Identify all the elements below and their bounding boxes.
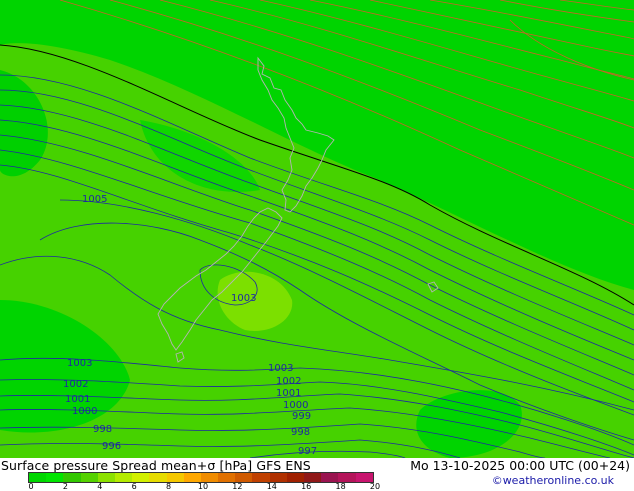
color-swatch	[63, 473, 81, 482]
isobar-label: 1001	[276, 388, 301, 399]
isobar-label: 1003	[231, 293, 256, 304]
map-footer: Surface pressure Spread mean+σ [hPa] GFS…	[0, 458, 634, 491]
isobar-label: 1005	[82, 194, 107, 205]
color-swatch	[304, 473, 322, 482]
color-swatch	[132, 473, 150, 482]
isobar-label: 1000	[72, 406, 97, 417]
color-swatch	[218, 473, 236, 482]
isobar-label: 996	[102, 441, 121, 452]
color-swatch	[149, 473, 167, 482]
color-swatch	[29, 473, 47, 482]
isobar-label: 1002	[63, 379, 88, 390]
color-swatch	[338, 473, 356, 482]
color-swatch	[46, 473, 64, 482]
isobar-label: 999	[292, 411, 311, 422]
color-swatch	[252, 473, 270, 482]
forecast-datetime: Mo 13-10-2025 00:00 UTC (00+24)	[410, 458, 630, 473]
weather-map: 1005 1003 1003 1002 1001 1000 998 996 10…	[0, 0, 634, 458]
color-swatch	[235, 473, 253, 482]
map-title: Surface pressure Spread mean+σ [hPa] GFS…	[1, 458, 311, 473]
isobar-label: 1002	[276, 376, 301, 387]
color-swatch	[114, 473, 133, 482]
color-swatch	[269, 473, 287, 482]
color-swatch	[200, 473, 219, 482]
isobar-label: 1003	[67, 358, 92, 369]
color-swatch	[80, 473, 98, 482]
color-swatch	[166, 473, 184, 482]
isobar-label: 997	[298, 446, 317, 457]
color-swatch	[183, 473, 201, 482]
color-swatch	[355, 473, 373, 482]
isobar-label: 998	[93, 424, 112, 435]
color-swatch	[97, 473, 115, 482]
isobar-label: 1003	[268, 363, 293, 374]
isobar-label: 998	[291, 427, 310, 438]
isobar-label: 1001	[65, 394, 90, 405]
color-swatch	[286, 473, 304, 482]
isobar-label: 1000	[283, 400, 308, 411]
color-swatch	[321, 473, 339, 482]
credit-text[interactable]: ©weatheronline.co.uk	[492, 474, 614, 487]
